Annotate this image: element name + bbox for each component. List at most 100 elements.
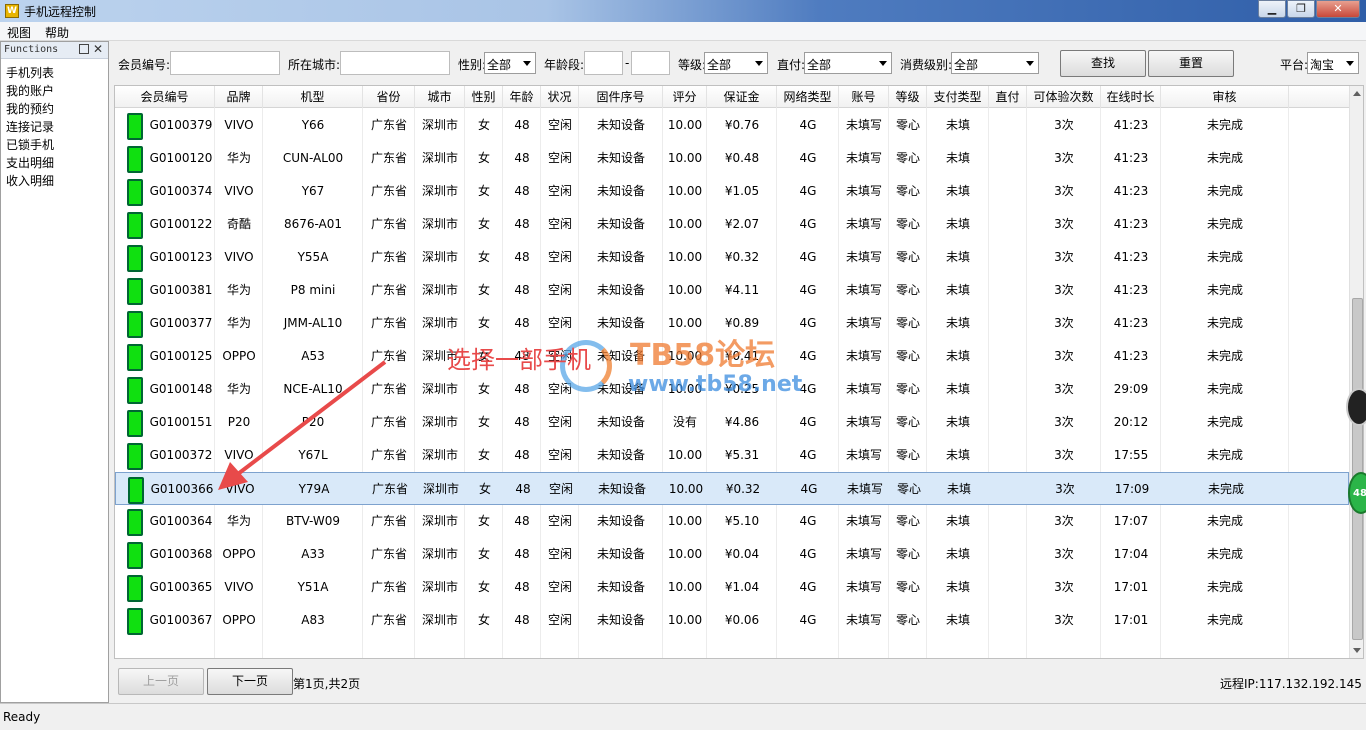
column-header-rating[interactable]: 评分 (663, 86, 707, 108)
nav-item-my-reservations[interactable]: 我的预约 (6, 100, 54, 117)
cell-review: 未完成 (1206, 184, 1243, 198)
phone-icon (127, 443, 143, 470)
table-row[interactable]: G0100374 VIVO Y67 广东省 深圳市 女 48 空闲 未知设备 10.00 ¥1.05… (115, 175, 1349, 208)
cell-direct-pay (989, 373, 1027, 406)
cell-age: 48 (514, 151, 530, 165)
column-header-network-type[interactable]: 网络类型 (777, 86, 839, 108)
cell-payment-type: 未填 (945, 283, 970, 297)
nav-item-my-account[interactable]: 我的账户 (6, 82, 54, 99)
column-header-firmware-serial[interactable]: 固件序号 (579, 86, 663, 108)
cell-firmware-serial: 未知设备 (596, 283, 645, 297)
cell-trial-count: 3次 (1054, 382, 1074, 396)
phone-icon (127, 377, 143, 404)
phone-icon (127, 542, 143, 569)
nav-item-income-detail[interactable]: 收入明细 (6, 172, 54, 189)
column-header-online-duration[interactable]: 在线时长 (1101, 86, 1161, 108)
table-row[interactable]: G0100364 华为 BTV-W09 广东省 深圳市 女 48 空闲 未知设备 10.00 ¥5.… (115, 505, 1349, 538)
column-header-member-id[interactable]: 会员编号 (115, 86, 215, 108)
nav-item-locked-phones[interactable]: 已锁手机 (6, 136, 54, 153)
minimize-button[interactable]: ▁ (1258, 0, 1286, 18)
menu-view[interactable]: 视图 (7, 24, 31, 41)
next-page-button[interactable]: 下一页 (207, 668, 293, 695)
cell-province: 广东省 (370, 217, 407, 231)
table-row[interactable]: G0100123 VIVO Y55A 广东省 深圳市 女 48 空闲 未知设备 10.00 ¥0.3… (115, 241, 1349, 274)
cell-brand: OPPO (222, 613, 256, 627)
column-header-level[interactable]: 等级 (889, 86, 927, 108)
column-header-province[interactable]: 省份 (363, 86, 415, 108)
prev-page-button[interactable]: 上一页 (118, 668, 204, 695)
scroll-thumb[interactable] (1352, 298, 1363, 640)
column-header-payment-type[interactable]: 支付类型 (927, 86, 989, 108)
column-header-account[interactable]: 账号 (839, 86, 889, 108)
menu-help[interactable]: 帮助 (45, 24, 69, 41)
column-header-direct-pay[interactable]: 直付 (989, 86, 1027, 108)
close-button[interactable]: ✕ (1316, 0, 1360, 18)
table-row[interactable]: G0100367 OPPO A83 广东省 深圳市 女 48 空闲 未知设备 10.00 ¥0.06… (115, 604, 1349, 637)
column-header-deposit[interactable]: 保证金 (707, 86, 777, 108)
cell-status: 空闲 (547, 547, 572, 561)
vertical-scrollbar[interactable] (1349, 86, 1363, 658)
cell-member-id: G0100364 (149, 514, 213, 528)
scroll-down-icon[interactable] (1353, 648, 1361, 653)
cell-network-type: 4G (799, 151, 817, 165)
table-row[interactable]: G0100379 VIVO Y66 广东省 深圳市 女 48 空闲 未知设备 10.00 ¥0.76… (115, 109, 1349, 142)
pin-icon[interactable] (79, 44, 89, 54)
cell-brand: 华为 (226, 316, 251, 330)
table-row[interactable]: G0100122 奇酷 8676-A01 广东省 深圳市 女 48 空闲 未知设备 10.00 ¥2… (115, 208, 1349, 241)
cell-status: 空闲 (547, 283, 572, 297)
column-header-review[interactable]: 审核 (1161, 86, 1289, 108)
cell-age: 48 (514, 250, 530, 264)
direct-pay-label: 直付: (777, 58, 806, 72)
age-to-input[interactable] (631, 51, 670, 75)
age-separator: - (625, 56, 630, 70)
platform-select[interactable]: 淘宝 (1307, 52, 1359, 74)
pager: 上一页 下一页 第1页,共2页 远程IP:117.132.192.145 (112, 660, 1364, 702)
reset-button[interactable]: 重置 (1148, 50, 1234, 77)
phone-icon (127, 608, 143, 635)
cell-city: 深圳市 (421, 580, 458, 594)
cell-firmware-serial: 未知设备 (596, 580, 645, 594)
cell-gender: 女 (477, 118, 490, 132)
chevron-down-icon (1346, 61, 1354, 66)
cell-trial-count: 3次 (1054, 118, 1074, 132)
maximize-button[interactable]: ❐ (1287, 0, 1315, 18)
cell-firmware-serial: 未知设备 (596, 514, 645, 528)
city-input[interactable] (340, 51, 450, 75)
panel-close-icon[interactable]: ✕ (93, 42, 103, 56)
scroll-up-icon[interactable] (1353, 91, 1361, 96)
nav-item-expense-detail[interactable]: 支出明细 (6, 154, 54, 171)
table-row[interactable]: G0100381 华为 P8 mini 广东省 深圳市 女 48 空闲 未知设备 10.00 ¥4.… (115, 274, 1349, 307)
search-button[interactable]: 查找 (1060, 50, 1146, 77)
column-header-status[interactable]: 状况 (541, 86, 579, 108)
phone-icon (127, 146, 143, 173)
phone-icon (127, 278, 143, 305)
cell-payment-type: 未填 (945, 349, 970, 363)
cell-trial-count: 3次 (1054, 580, 1074, 594)
column-header-city[interactable]: 城市 (415, 86, 465, 108)
side-widget-icon[interactable] (1346, 388, 1366, 426)
column-header-model[interactable]: 机型 (263, 86, 363, 108)
cell-trial-count: 3次 (1054, 184, 1074, 198)
column-header-age[interactable]: 年龄 (503, 86, 541, 108)
nav-item-connection-log[interactable]: 连接记录 (6, 118, 54, 135)
gender-select[interactable]: 全部 (484, 52, 536, 74)
column-header-brand[interactable]: 品牌 (215, 86, 263, 108)
table-row[interactable]: G0100120 华为 CUN-AL00 广东省 深圳市 女 48 空闲 未知设备 10.00 ¥0… (115, 142, 1349, 175)
cell-age: 48 (514, 547, 530, 561)
cell-age: 48 (514, 415, 530, 429)
table-row[interactable]: G0100368 OPPO A33 广东省 深圳市 女 48 空闲 未知设备 10.00 ¥0.04… (115, 538, 1349, 571)
table-row[interactable]: G0100365 VIVO Y51A 广东省 深圳市 女 48 空闲 未知设备 10.00 ¥1.0… (115, 571, 1349, 604)
cell-account: 未填写 (845, 283, 882, 297)
direct-pay-select[interactable]: 全部 (804, 52, 892, 74)
column-header-trial-count[interactable]: 可体验次数 (1027, 86, 1101, 108)
member-id-input[interactable] (170, 51, 280, 75)
cell-payment-type: 未填 (945, 118, 970, 132)
spend-level-select[interactable]: 全部 (951, 52, 1039, 74)
cell-province: 广东省 (370, 547, 407, 561)
cell-deposit: ¥1.05 (724, 184, 760, 198)
nav-item-phone-list[interactable]: 手机列表 (6, 64, 54, 81)
column-header-gender[interactable]: 性别 (465, 86, 503, 108)
age-from-input[interactable] (584, 51, 623, 75)
level-select[interactable]: 全部 (704, 52, 768, 74)
level-label: 等级: (678, 58, 707, 72)
